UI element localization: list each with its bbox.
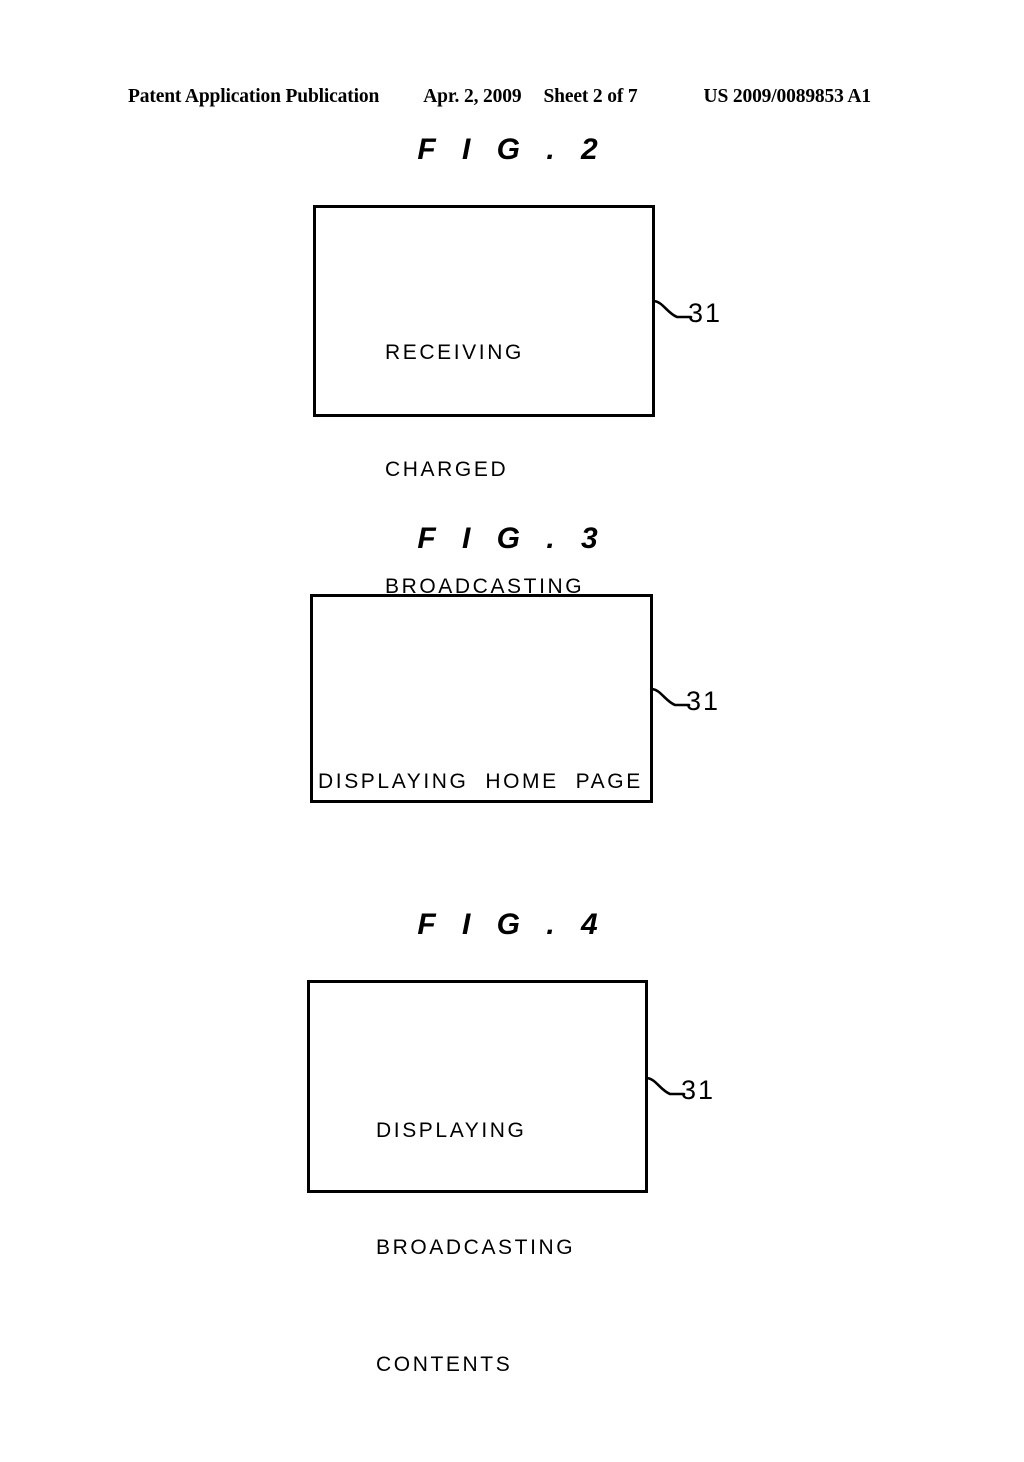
figure-2-body: RECEIVING CHARGED BROADCASTING 31 bbox=[0, 205, 1024, 598]
figure-3-reference-numeral: 31 bbox=[686, 686, 721, 716]
figure-3: F I G . 3 DISPLAYING HOME PAGE 31 bbox=[0, 522, 1024, 844]
figure-2-text-line-1: RECEIVING bbox=[385, 341, 524, 364]
header-sheet-label: Sheet 2 of 7 bbox=[543, 86, 638, 107]
figure-4-text-line-2: BROADCASTING bbox=[376, 1236, 576, 1259]
figure-4-caption: F I G . 4 bbox=[417, 908, 607, 941]
figure-4-text-line-1: DISPLAYING bbox=[376, 1119, 527, 1142]
figure-4-reference-numeral: 31 bbox=[681, 1075, 716, 1105]
patent-drawing-sheet: { "header": { "publication": "Patent App… bbox=[0, 0, 1024, 1376]
figure-2-reference-numeral: 31 bbox=[688, 298, 723, 328]
figure-3-box-text: DISPLAYING HOME PAGE bbox=[318, 684, 643, 879]
header-document-number: US 2009/0089853 A1 bbox=[703, 86, 872, 107]
figure-3-caption: F I G . 3 bbox=[417, 522, 607, 555]
figure-2-caption: F I G . 2 bbox=[417, 133, 607, 166]
figure-4: F I G . 4 DISPLAYING BROADCASTING CONTEN… bbox=[0, 908, 1024, 1376]
figure-2-text-line-2: CHARGED bbox=[385, 458, 509, 481]
figure-4-leader-line bbox=[646, 1076, 686, 1096]
page-header: Patent Application Publication Apr. 2, 2… bbox=[128, 86, 918, 112]
figure-3-leader-line bbox=[651, 687, 691, 707]
figure-2: F I G . 2 RECEIVING CHARGED BROADCASTING… bbox=[0, 133, 1024, 598]
figure-4-body: DISPLAYING BROADCASTING CONTENTS 31 bbox=[0, 980, 1024, 1376]
figure-3-body: DISPLAYING HOME PAGE 31 bbox=[0, 594, 1024, 844]
figure-4-box-text: DISPLAYING BROADCASTING CONTENTS bbox=[376, 1033, 575, 1462]
figure-4-text-line-3: CONTENTS bbox=[376, 1353, 513, 1376]
header-publication-label: Patent Application Publication bbox=[128, 86, 380, 107]
header-date-label: Apr. 2, 2009 bbox=[423, 86, 522, 107]
figure-3-text-line-1: DISPLAYING HOME PAGE bbox=[318, 770, 643, 793]
figure-2-leader-line bbox=[653, 299, 693, 319]
